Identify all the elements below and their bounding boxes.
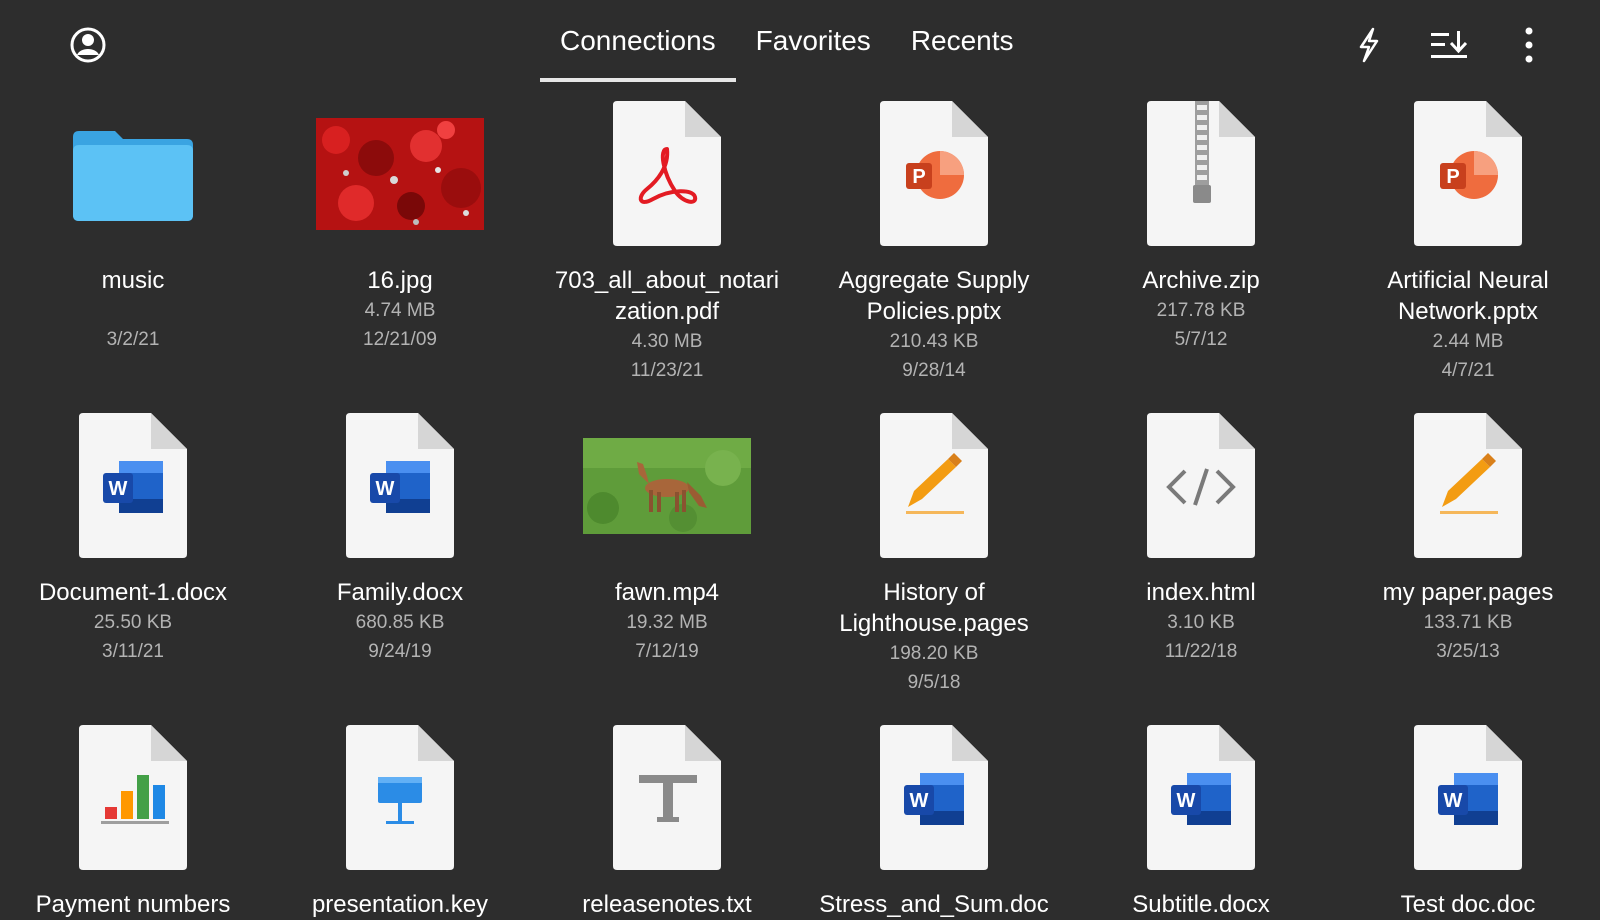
- numbers-icon: [79, 725, 187, 870]
- file-size: 19.32 MB: [626, 612, 708, 633]
- powerpoint-icon: P: [1414, 101, 1522, 246]
- top-app-bar: Connections Favorites Recents: [0, 0, 1600, 90]
- file-date: 9/5/18: [907, 672, 961, 693]
- file-name: Family.docx: [336, 579, 464, 606]
- sort-button[interactable]: [1428, 24, 1470, 66]
- file-item-stress-and-sum[interactable]: W Stress_and_Sum.doc: [809, 720, 1059, 920]
- tab-favorites[interactable]: Favorites: [736, 0, 891, 82]
- tab-bar: Connections Favorites Recents: [540, 0, 1034, 90]
- file-item-document-1[interactable]: W Document-1.docx 25.50 KB 3/11/21: [8, 408, 258, 666]
- file-item-neural-network[interactable]: P Artificial Neural Network.pptx 2.44 MB…: [1343, 96, 1593, 385]
- file-name: Stress_and_Sum.doc: [819, 891, 1049, 918]
- file-name: 16.jpg: [367, 267, 433, 294]
- file-name: Document-1.docx: [38, 579, 228, 606]
- file-name: Aggregate Supply Policies.pptx: [838, 267, 1030, 325]
- zip-icon: [1147, 101, 1255, 246]
- more-options-button[interactable]: [1508, 24, 1550, 66]
- file-name: History of Lighthouse.pages: [839, 579, 1029, 637]
- file-name: Test doc.doc: [1400, 891, 1536, 918]
- file-name: music: [101, 267, 165, 294]
- pdf-icon: [613, 101, 721, 246]
- svg-text:P: P: [1446, 166, 1459, 188]
- word-icon: W: [1147, 725, 1255, 870]
- file-name: my paper.pages: [1382, 579, 1554, 606]
- file-size: 217.78 KB: [1156, 300, 1246, 321]
- text-icon: [613, 725, 721, 870]
- toolbar-actions: [1348, 24, 1550, 66]
- pages-icon: [1414, 413, 1522, 558]
- file-size: 2.44 MB: [1432, 331, 1504, 352]
- file-name: 703_all_about_notari zation.pdf: [554, 267, 780, 325]
- file-date: 4/7/21: [1441, 360, 1495, 381]
- file-item-16-jpg[interactable]: 16.jpg 4.74 MB 12/21/09: [275, 96, 525, 354]
- file-size: 680.85 KB: [355, 612, 445, 633]
- file-date: 11/22/18: [1164, 641, 1238, 662]
- file-item-test-doc[interactable]: W Test doc.doc: [1343, 720, 1593, 920]
- file-item-fawn[interactable]: fawn.mp4 19.32 MB 7/12/19: [542, 408, 792, 666]
- flash-icon: [1359, 27, 1379, 63]
- file-name: index.html: [1146, 579, 1256, 606]
- file-size: [8, 296, 258, 325]
- file-name: Artificial Neural Network.pptx: [1387, 267, 1549, 325]
- keynote-icon: [346, 725, 454, 870]
- svg-text:W: W: [1177, 790, 1196, 812]
- pages-icon: [880, 413, 988, 558]
- file-name: releasenotes.txt: [582, 891, 752, 918]
- svg-text:W: W: [1444, 790, 1463, 812]
- file-date: 9/28/14: [902, 360, 966, 381]
- file-item-subtitle[interactable]: W Subtitle.docx: [1076, 720, 1326, 920]
- file-item-aggregate-supply[interactable]: P Aggregate Supply Policies.pptx 210.43 …: [809, 96, 1059, 385]
- file-date: 7/12/19: [635, 641, 699, 662]
- file-size: 210.43 KB: [889, 331, 979, 352]
- svg-text:P: P: [912, 166, 925, 188]
- folder-icon: [73, 130, 193, 221]
- svg-text:W: W: [910, 790, 929, 812]
- file-date: 9/24/19: [368, 641, 432, 662]
- account-icon: [70, 27, 106, 63]
- file-size: 25.50 KB: [93, 612, 173, 633]
- powerpoint-icon: P: [880, 101, 988, 246]
- file-item-pdf[interactable]: 703_all_about_notari zation.pdf 4.30 MB …: [542, 96, 792, 385]
- svg-text:W: W: [109, 478, 128, 500]
- file-item-releasenotes[interactable]: releasenotes.txt: [542, 720, 792, 920]
- svg-text:W: W: [376, 478, 395, 500]
- more-vert-icon: [1525, 27, 1533, 63]
- file-name: Subtitle.docx: [1132, 891, 1270, 918]
- file-size: 3.10 KB: [1167, 612, 1235, 633]
- file-item-payment-numbers[interactable]: Payment numbers: [8, 720, 258, 920]
- sort-icon: [1431, 31, 1468, 58]
- file-date: 3/11/21: [102, 641, 164, 662]
- file-date: 11/23/21: [630, 360, 704, 381]
- word-icon: W: [1414, 725, 1522, 870]
- file-date: 3/25/13: [1436, 641, 1500, 662]
- word-icon: W: [79, 413, 187, 558]
- file-item-presentation-key[interactable]: presentation.key: [275, 720, 525, 920]
- file-date: 3/2/21: [106, 329, 160, 350]
- account-button[interactable]: [68, 25, 108, 65]
- word-icon: W: [346, 413, 454, 558]
- tab-connections[interactable]: Connections: [540, 0, 736, 82]
- file-item-archive-zip[interactable]: Archive.zip 217.78 KB 5/7/12: [1076, 96, 1326, 354]
- file-date: 5/7/12: [1174, 329, 1228, 350]
- file-name: Payment numbers: [35, 891, 231, 918]
- file-size: 4.30 MB: [631, 331, 703, 352]
- file-item-music[interactable]: music 3/2/21: [8, 96, 258, 354]
- red-foliage-photo: [316, 117, 484, 230]
- file-name: presentation.key: [311, 891, 489, 918]
- file-size: 133.71 KB: [1423, 612, 1513, 633]
- flash-button[interactable]: [1348, 24, 1390, 66]
- file-name: Archive.zip: [1142, 267, 1260, 294]
- file-name: fawn.mp4: [614, 579, 720, 606]
- file-item-family[interactable]: W Family.docx 680.85 KB 9/24/19: [275, 408, 525, 666]
- file-item-history-lighthouse[interactable]: History of Lighthouse.pages 198.20 KB 9/…: [809, 408, 1059, 697]
- file-date: 12/21/09: [363, 329, 437, 350]
- code-icon: [1147, 413, 1255, 558]
- tab-recents[interactable]: Recents: [891, 0, 1034, 82]
- file-item-my-paper[interactable]: my paper.pages 133.71 KB 3/25/13: [1343, 408, 1593, 666]
- word-icon: W: [880, 725, 988, 870]
- file-size: 4.74 MB: [364, 300, 436, 321]
- file-item-index-html[interactable]: index.html 3.10 KB 11/22/18: [1076, 408, 1326, 666]
- file-size: 198.20 KB: [889, 643, 979, 664]
- fawn-video-thumbnail: [583, 437, 751, 534]
